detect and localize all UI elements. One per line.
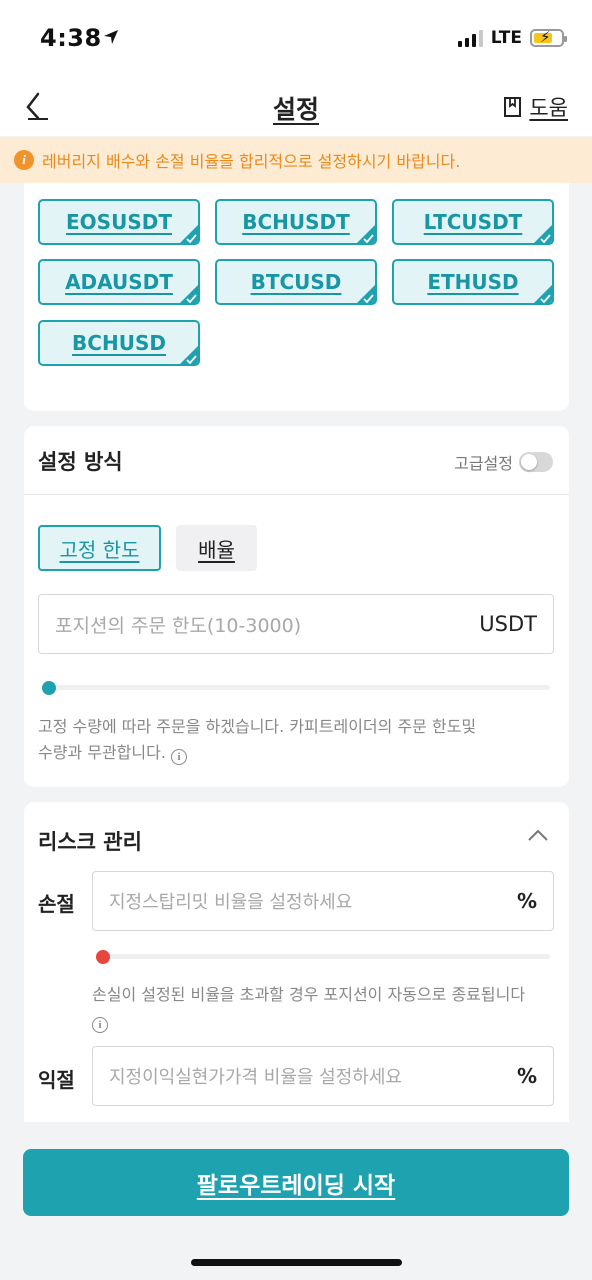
warning-text: 레버리지 배수와 손절 비율을 합리적으로 설정하시기 바랍니다. <box>42 152 461 171</box>
stop-loss-placeholder: 지정스탑리밋 비율을 설정하세요 <box>109 892 353 913</box>
battery-icon: ⚡ <box>530 28 567 47</box>
network-label: LTE <box>490 28 522 48</box>
pairs-card: EOSUSDT BCHUSDT LTCUSDT ADAUSDT BTCUSD E… <box>24 183 569 411</box>
take-profit-label: 익절 <box>38 1068 75 1092</box>
info-icon[interactable]: i <box>92 1017 108 1033</box>
help-button[interactable]: 도움 <box>503 92 568 122</box>
advanced-settings: 고급설정 <box>454 450 553 474</box>
stop-loss-unit: % <box>516 889 537 913</box>
risk-card: 리스크 관리 손절 지정스탑리밋 비율을 설정하세요 % 손실이 설정된 비율을… <box>24 802 569 1122</box>
info-icon[interactable]: i <box>171 749 188 765</box>
signal-bars-icon <box>457 29 483 47</box>
check-corner-icon <box>357 225 375 243</box>
pair-label: BCHUSD <box>72 331 166 355</box>
warning-banner: i 레버리지 배수와 손절 비율을 합리적으로 설정하시기 바랍니다. <box>0 137 592 183</box>
check-corner-icon <box>180 225 198 243</box>
pair-label: EOSUSDT <box>66 210 172 234</box>
pair-tag-ethusd[interactable]: ETHUSD <box>392 259 554 305</box>
pair-label: LTCUSDT <box>423 210 523 234</box>
advanced-label: 고급설정 <box>454 454 513 473</box>
nav-bar: 설정 도움 <box>0 76 592 136</box>
check-corner-icon <box>534 225 552 243</box>
stop-loss-hint-text: 손실이 설정된 비율을 초과할 경우 포지션이 자동으로 종료됩니다 <box>92 985 526 1004</box>
mode-hint-line1: 고정 수량에 따라 주문을 하겠습니다. 카피트레이더의 주문 한도및 <box>38 717 477 736</box>
check-corner-icon <box>180 285 198 303</box>
pair-tag-btcusd[interactable]: BTCUSD <box>215 259 377 305</box>
pair-tag-ltcusdt[interactable]: LTCUSDT <box>392 199 554 245</box>
stop-loss-hint: 손실이 설정된 비율을 초과할 경우 포지션이 자동으로 종료됩니다 i <box>92 982 560 1034</box>
stop-loss-slider[interactable] <box>98 954 550 959</box>
start-copy-trading-button[interactable]: 팔로우트레이딩 시작 <box>23 1149 569 1216</box>
take-profit-unit: % <box>516 1064 537 1088</box>
pair-label: BTCUSD <box>250 270 342 294</box>
home-indicator <box>191 1259 402 1266</box>
order-limit-unit: USDT <box>479 612 537 636</box>
mode-hint: 고정 수량에 따라 주문을 하겠습니다. 카피트레이더의 주문 한도및 수량과 … <box>38 714 476 766</box>
pair-label: ETHUSD <box>427 270 519 294</box>
status-time: 4:38 <box>40 24 102 52</box>
take-profit-placeholder: 지정이익실현가가격 비율을 설정하세요 <box>109 1067 402 1088</box>
check-corner-icon <box>180 346 198 364</box>
mode-card: 설정 방식 고급설정 고정 한도 배율 포지션의 주문 한도(10-3000) … <box>24 426 569 787</box>
check-corner-icon <box>357 285 375 303</box>
risk-heading: 리스크 관리 <box>38 830 142 854</box>
help-label: 도움 <box>529 96 568 120</box>
advanced-toggle[interactable] <box>519 452 553 472</box>
check-corner-icon <box>534 285 552 303</box>
fixed-limit-button[interactable]: 고정 한도 <box>38 525 161 571</box>
pair-tag-eosusdt[interactable]: EOSUSDT <box>38 199 200 245</box>
location-arrow-icon <box>104 30 118 44</box>
order-limit-slider[interactable] <box>44 685 550 690</box>
pair-tag-bchusd[interactable]: BCHUSD <box>38 320 200 366</box>
order-limit-slider-handle[interactable] <box>42 681 56 695</box>
stop-loss-input[interactable]: 지정스탑리밋 비율을 설정하세요 % <box>92 871 554 931</box>
order-limit-input[interactable]: 포지션의 주문 한도(10-3000) USDT <box>38 594 554 654</box>
divider <box>24 494 569 495</box>
mode-hint-line2: 수량과 무관합니다. <box>38 743 166 762</box>
stop-loss-slider-handle[interactable] <box>96 950 110 964</box>
status-indicators: LTE ⚡ <box>457 26 567 50</box>
pair-tag-adausdt[interactable]: ADAUSDT <box>38 259 200 305</box>
status-bar: 4:38 LTE ⚡ <box>0 0 592 76</box>
take-profit-input[interactable]: 지정이익실현가가격 비율을 설정하세요 % <box>92 1046 554 1106</box>
pair-label: BCHUSDT <box>242 210 350 234</box>
multiplier-button[interactable]: 배율 <box>176 525 257 571</box>
stop-loss-label: 손절 <box>38 892 75 916</box>
pair-tag-bchusdt[interactable]: BCHUSDT <box>215 199 377 245</box>
order-limit-placeholder: 포지션의 주문 한도(10-3000) <box>55 614 302 637</box>
info-warning-icon: i <box>14 150 34 170</box>
pair-label: ADAUSDT <box>65 270 173 294</box>
chevron-up-icon[interactable] <box>527 828 549 842</box>
mode-heading: 설정 방식 <box>38 450 123 474</box>
book-icon <box>504 97 522 117</box>
